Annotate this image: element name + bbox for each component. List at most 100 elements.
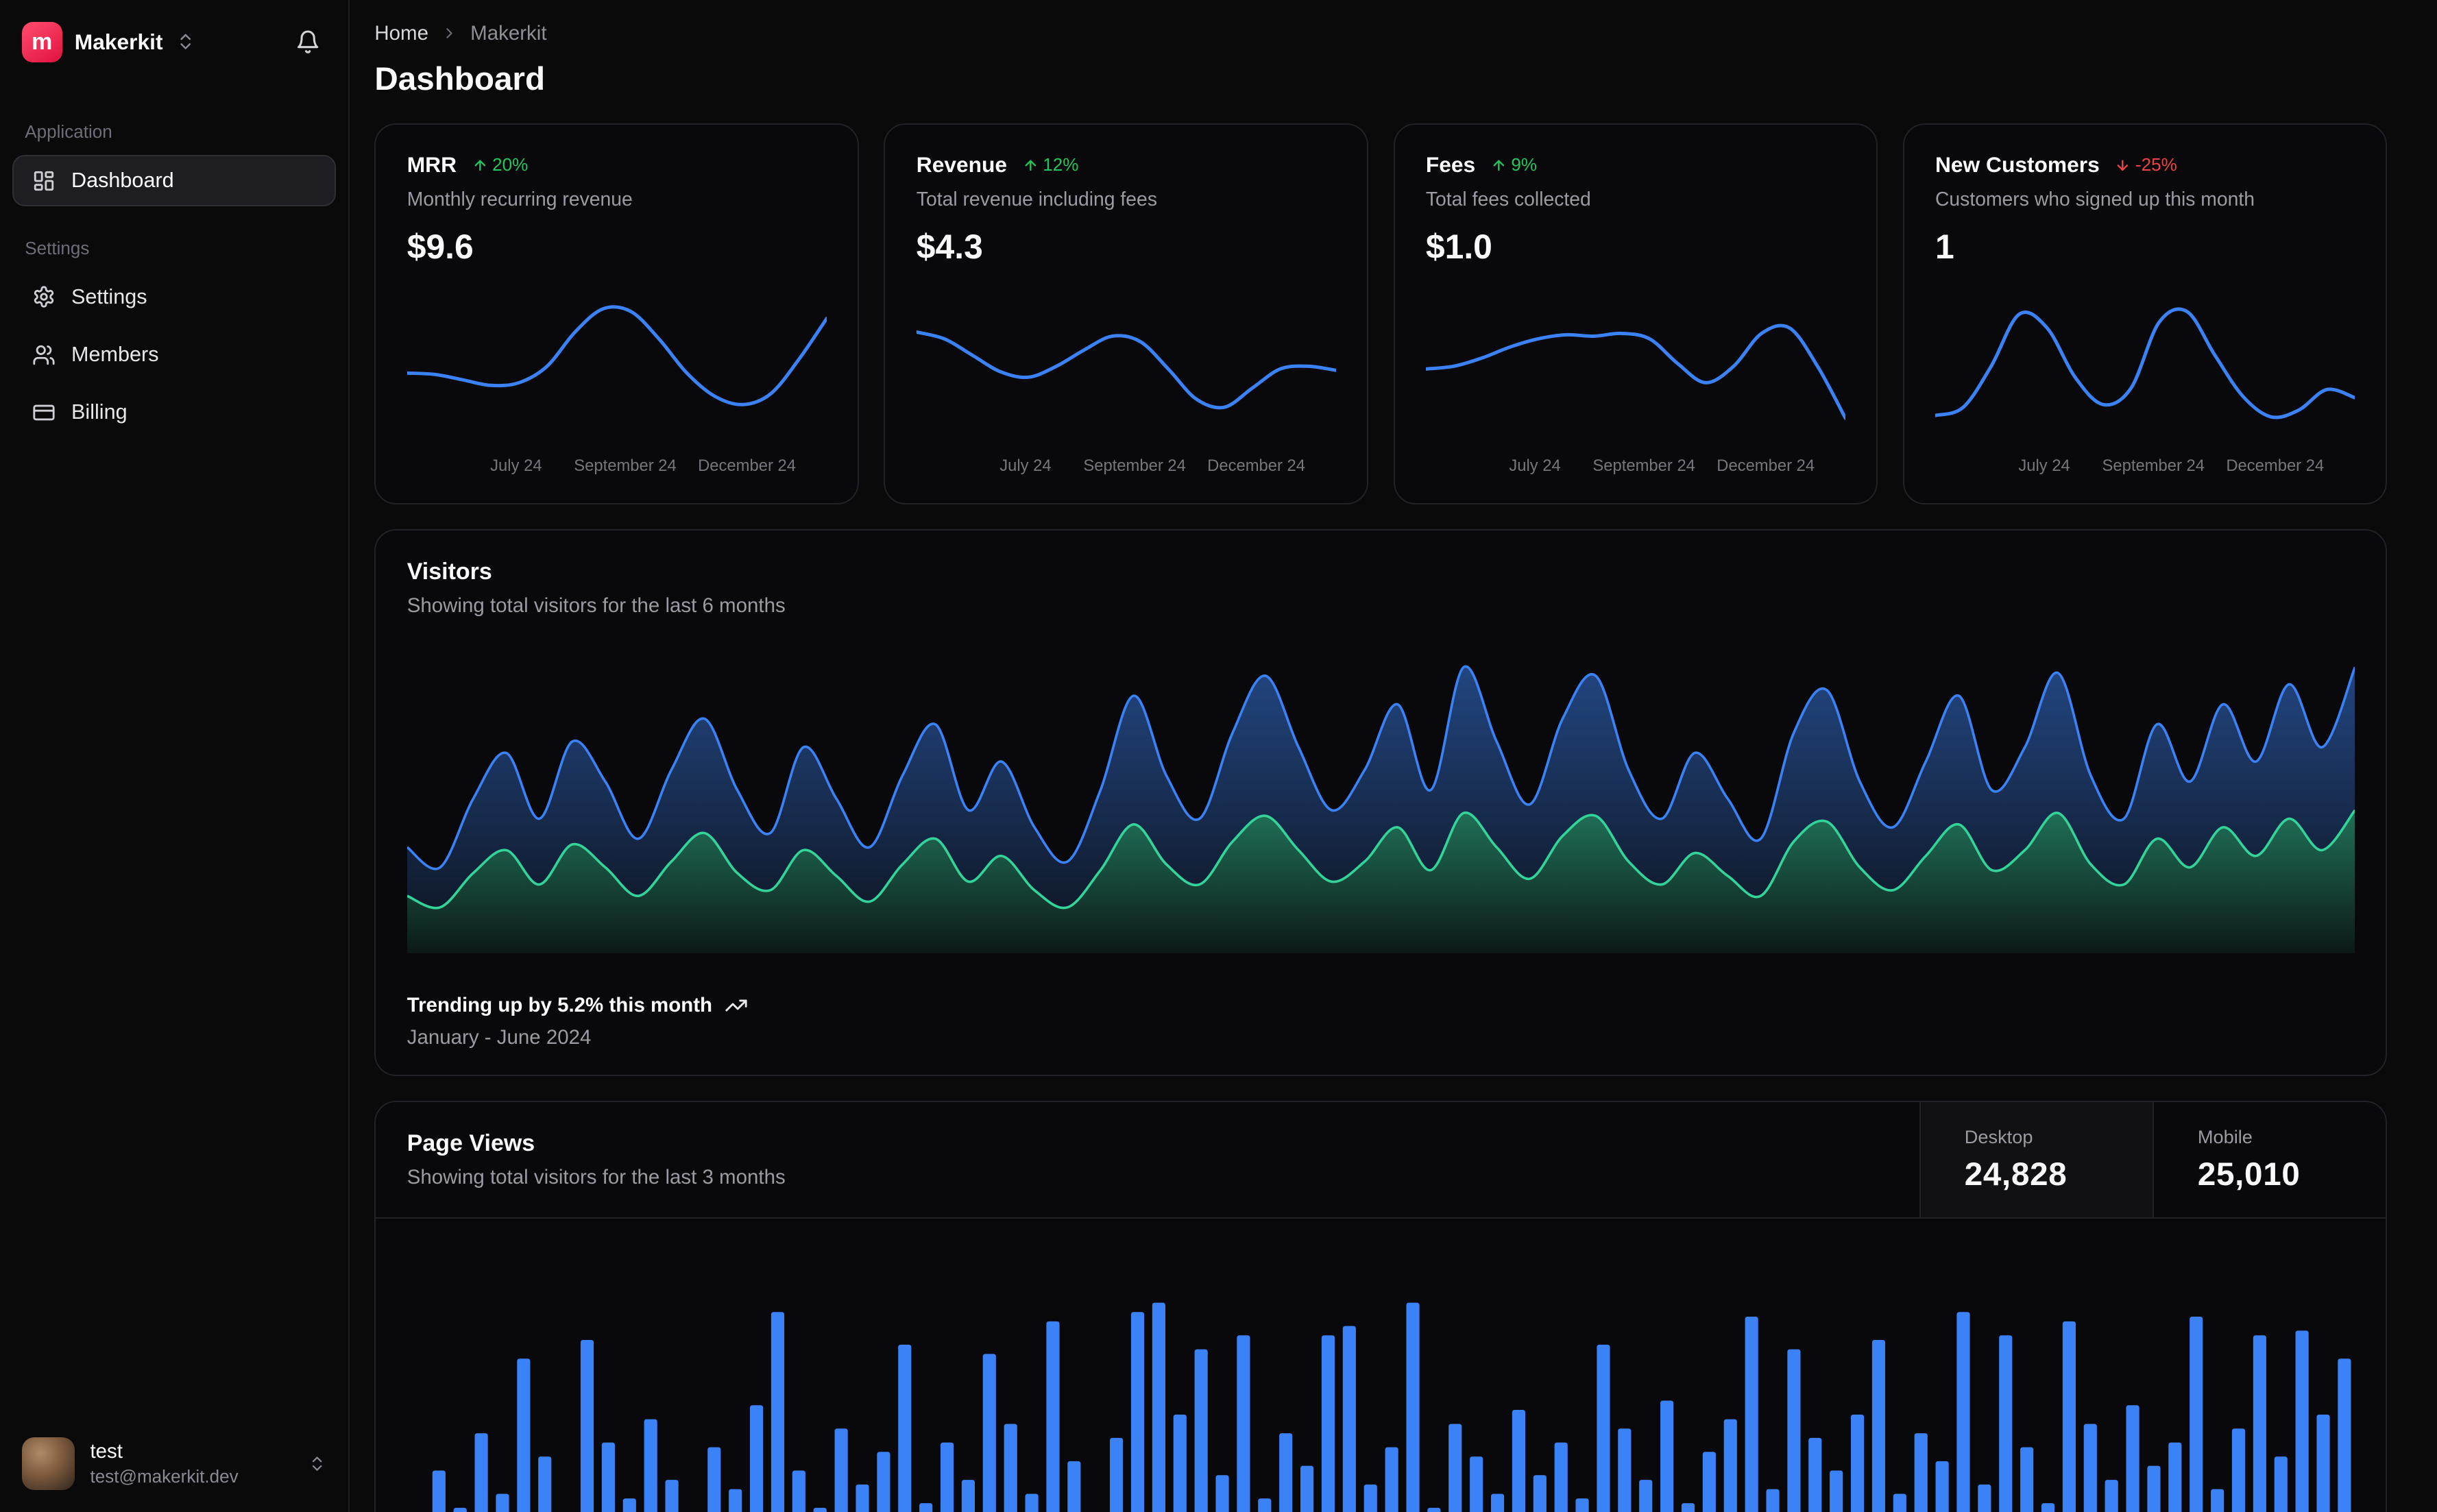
tick-label: September 24 [574,456,677,475]
sidebar-item-members[interactable]: Members [12,329,336,380]
chevron-right-icon [441,25,458,42]
tick-label: July 24 [2018,456,2070,475]
trending-up-icon [725,994,748,1017]
avatar [21,1437,75,1491]
stat-value: $9.6 [407,228,474,266]
page-views-bar-chart [376,1219,2386,1512]
workspace-name: Makerkit [74,29,163,54]
sparkline-svg [916,330,1336,410]
makerkit-logo: m [21,21,62,62]
chevrons-up-down-icon [175,32,195,51]
arrow-down-icon [2115,158,2131,173]
x-axis-ticks: July 24 September 24 December 24 [1935,456,2355,481]
stat-title: Fees [1425,152,1476,178]
logo-letter: m [32,28,53,55]
sidebar-item-billing[interactable]: Billing [12,387,336,438]
x-axis-ticks: July 24 September 24 December 24 [407,456,827,481]
tick-label: September 24 [2102,456,2205,475]
visitors-area-chart [407,655,2355,953]
page-views-title: Page Views [407,1130,535,1156]
notifications-button[interactable] [289,23,326,60]
user-menu[interactable]: test test@makerkit.dev [0,1415,348,1512]
stat-cards-row: MRR 20% Monthly recurring revenue $9.6 J… [374,123,2388,504]
tick-label: July 24 [999,456,1052,475]
stat-value: 1 [1935,228,1954,266]
tick-label: July 24 [1509,456,1561,475]
stat-subtitle: Monthly recurring revenue [407,188,633,211]
visitors-card: Visitors Showing total visitors for the … [374,528,2388,1076]
stat-value: $1.0 [1425,228,1492,266]
sidebar-item-label: Members [71,343,159,367]
sparkline-chart: July 24 September 24 December 24 [1425,289,1845,481]
trend-summary: Trending up by 5.2% this month [407,993,713,1016]
stat-title: New Customers [1935,152,2100,178]
dashboard-icon [32,169,56,193]
stat-subtitle: Total revenue including fees [916,188,1157,211]
stat-subtitle: Customers who signed up this month [1935,188,2255,211]
sparkline-chart: July 24 September 24 December 24 [916,289,1336,481]
sparkline-svg [1425,324,1845,420]
chevrons-up-down-icon [308,1454,326,1473]
stat-subtitle: Total fees collected [1425,188,1591,211]
page-title: Dashboard [374,61,546,98]
sidebar-item-label: Dashboard [71,169,174,193]
stat-title: MRR [407,152,457,178]
stat-value: $4.3 [916,228,983,266]
trend-badge: 20% [472,154,529,175]
page-views-subtitle: Showing total visitors for the last 3 mo… [407,1166,786,1189]
tick-label: September 24 [1083,456,1186,475]
main-content: Home Makerkit Dashboard MRR 20% Monthly … [350,0,2437,1512]
sparkline-chart: July 24 September 24 December 24 [407,289,827,481]
trend-value: 20% [492,154,529,175]
app-root: m Makerkit Application Dashboard Setting… [0,0,2437,1512]
tick-label: December 24 [1717,456,1815,475]
nav-section-application: Application [25,121,112,142]
sidebar-item-label: Settings [71,284,147,308]
tick-label: September 24 [1592,456,1695,475]
stat-card-revenue: Revenue 12% Total revenue including fees… [884,123,1369,504]
sidebar-item-dashboard[interactable]: Dashboard [12,154,336,207]
x-axis-ticks: July 24 September 24 December 24 [1426,456,1845,481]
visitors-chart-svg [407,665,2355,953]
sidebar-item-settings[interactable]: Settings [12,271,336,323]
breadcrumb: Home Makerkit [374,22,2387,45]
tick-label: December 24 [698,456,796,475]
breadcrumb-home[interactable]: Home [374,22,428,45]
date-range: January - June 2024 [407,1026,592,1049]
sparkline-chart: July 24 September 24 December 24 [1935,289,2355,481]
user-email: test@makerkit.dev [90,1465,239,1487]
mobile-value: 25,010 [2197,1156,2301,1193]
sidebar-item-label: Billing [71,400,128,424]
trend-value: -25% [2135,154,2177,175]
trend-badge: 12% [1023,154,1079,175]
desktop-value: 24,828 [1964,1156,2068,1193]
stat-card-mrr: MRR 20% Monthly recurring revenue $9.6 J… [374,123,860,504]
desktop-label: Desktop [1964,1125,2033,1147]
sidebar: m Makerkit Application Dashboard Setting… [0,0,350,1512]
desktop-toggle[interactable]: Desktop 24,828 [1919,1102,2153,1218]
visitors-title: Visitors [407,558,492,585]
trend-value: 12% [1043,154,1079,175]
credit-card-icon [32,401,56,424]
sparkline-svg [407,304,827,406]
device-toggles: Desktop 24,828 Mobile 25,010 [1919,1102,2386,1218]
tick-label: December 24 [1207,456,1306,475]
stat-title: Revenue [916,152,1008,178]
arrow-up-icon [1023,158,1039,173]
user-name: test [90,1440,123,1463]
mobile-toggle[interactable]: Mobile 25,010 [2153,1102,2386,1218]
page-views-header: Page Views Showing total visitors for th… [376,1102,2386,1219]
workspace-switcher[interactable]: m Makerkit [0,0,348,71]
arrow-up-icon [472,158,488,173]
mobile-label: Mobile [2197,1125,2253,1147]
stat-card-new-customers: New Customers -25% Customers who signed … [1902,123,2388,504]
stat-card-fees: Fees 9% Total fees collected $1.0 July 2… [1393,123,1878,504]
trend-badge: -25% [2115,154,2177,175]
bell-icon [295,29,320,54]
trend-value: 9% [1511,154,1538,175]
nav-section-settings: Settings [25,237,90,258]
sparkline-svg [1935,307,2355,419]
page-views-card: Page Views Showing total visitors for th… [374,1101,2388,1512]
user-meta: test test@makerkit.dev [90,1441,238,1487]
gear-icon [32,285,56,308]
